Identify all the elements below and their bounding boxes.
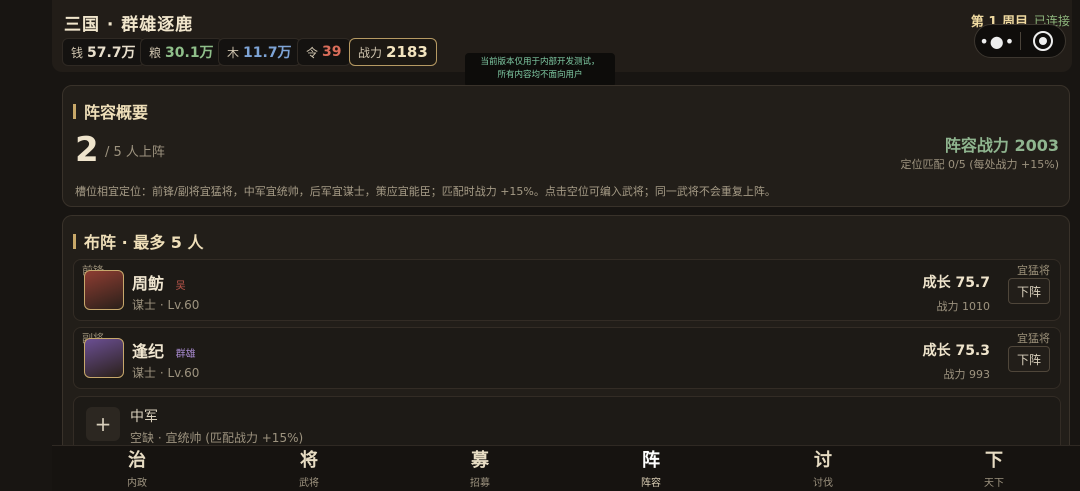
formation-title: 布阵 · 最多 5 人: [73, 229, 204, 253]
resource-order-value: 39: [322, 44, 342, 60]
game-title: 三国 · 群雄逐鹿: [64, 15, 194, 35]
deployed-count-suffix: / 5 人上阵: [105, 145, 165, 160]
target-icon[interactable]: [1020, 31, 1065, 51]
total-power-badge[interactable]: 战力 2183: [349, 38, 437, 66]
general-faction: 群雄: [175, 349, 196, 360]
tab-label: 讨伐: [813, 478, 833, 489]
deployed-count: 2: [75, 130, 99, 170]
general-power: 战力 1010: [936, 300, 991, 313]
tab-label: 招募: [470, 478, 490, 489]
title-accent-bar: [73, 103, 76, 119]
position-match-info: 定位匹配 0/5 (每处战力 +15%): [900, 158, 1059, 171]
tab-glyph: 阵: [642, 450, 660, 471]
formation-panel: 布阵 · 最多 5 人 前锋 周鲂 吴 谋士 · Lv.60 成长 75.7 战…: [62, 215, 1070, 455]
general-growth: 成长 75.3: [922, 343, 990, 359]
tab-glyph: 将: [300, 450, 318, 471]
tab-glyph: 下: [985, 450, 1003, 471]
general-row[interactable]: 前锋 周鲂 吴 谋士 · Lv.60 成长 75.7 战力 1010 宜猛将 下…: [73, 259, 1061, 321]
resource-wood: 木 11.7万: [218, 38, 301, 66]
slot-fit-tag: 宜猛将: [1017, 264, 1050, 277]
tab-glyph: 募: [471, 450, 489, 471]
tab-label: 阵容: [641, 478, 661, 489]
tab-glyph: 治: [128, 450, 146, 471]
tab-lineup[interactable]: 阵 阵容: [611, 448, 691, 489]
tab-world[interactable]: 下 天下: [954, 448, 1034, 489]
more-dots-icon[interactable]: •●•: [975, 32, 1020, 51]
summary-title-text: 阵容概要: [84, 103, 149, 122]
resource-grain-value: 30.1万: [165, 45, 214, 61]
formation-title-text: 布阵 · 最多 5 人: [84, 233, 204, 252]
resource-order-label: 令: [306, 45, 319, 60]
remove-from-lineup-button[interactable]: 下阵: [1008, 278, 1050, 304]
total-power-value: 2183: [386, 43, 428, 61]
tab-glyph: 讨: [814, 450, 832, 471]
dev-notice-line1: 当前版本仅用于内部开发测试，: [480, 57, 600, 67]
general-row[interactable]: 副将 逢纪 群雄 谋士 · Lv.60 成长 75.3 战力 993 宜猛将 下…: [73, 327, 1061, 389]
resource-wood-label: 木: [227, 45, 240, 60]
title-accent-bar: [73, 233, 76, 249]
general-faction: 吴: [175, 281, 186, 292]
resource-grain: 粮 30.1万: [140, 38, 223, 66]
dev-notice: 当前版本仅用于内部开发测试， 所有内容均不面向用户: [465, 53, 615, 87]
tab-label: 武将: [299, 478, 319, 489]
resource-money-value: 57.7万: [87, 45, 136, 61]
empty-slot-meta: 空缺 · 宜统帅 (匹配战力 +15%): [130, 431, 304, 445]
dev-notice-line2: 所有内容均不面向用户: [497, 70, 583, 80]
general-name: 逢纪: [132, 342, 165, 361]
general-meta: 谋士 · Lv.60: [132, 366, 200, 380]
tab-label: 天下: [984, 478, 1004, 489]
bottom-tab-bar: 治 内政 将 武将 募 招募 阵 阵容 讨 讨伐 下 天下: [52, 445, 1080, 491]
general-avatar: [84, 270, 124, 310]
tab-recruit[interactable]: 募 招募: [440, 448, 520, 489]
general-name-line: 周鲂 吴: [132, 270, 186, 294]
general-growth: 成长 75.7: [922, 275, 990, 291]
empty-slot-name: 中军: [130, 409, 158, 425]
tab-label: 内政: [127, 478, 147, 489]
general-power: 战力 993: [943, 368, 991, 381]
general-avatar: [84, 338, 124, 378]
total-power-label: 战力: [358, 45, 383, 60]
plus-icon[interactable]: +: [86, 407, 120, 441]
tab-internal-affairs[interactable]: 治 内政: [97, 448, 177, 489]
lineup-power: 阵容战力 2003: [944, 136, 1059, 155]
lineup-summary-panel: 阵容概要 2 / 5 人上阵 阵容战力 2003 定位匹配 0/5 (每处战力 …: [62, 85, 1070, 207]
tab-generals[interactable]: 将 武将: [269, 448, 349, 489]
resource-grain-label: 粮: [149, 45, 162, 60]
mini-program-capsule: •●•: [974, 24, 1066, 58]
summary-title: 阵容概要: [73, 99, 148, 123]
remove-from-lineup-button[interactable]: 下阵: [1008, 346, 1050, 372]
general-name-line: 逢纪 群雄: [132, 338, 196, 362]
resource-order: 令 39: [297, 38, 351, 66]
resource-money-label: 钱: [71, 45, 84, 60]
resource-money: 钱 57.7万: [62, 38, 145, 66]
general-meta: 谋士 · Lv.60: [132, 298, 200, 312]
general-name: 周鲂: [132, 274, 165, 293]
slot-hint-text: 槽位相宜定位：前锋/副将宜猛将，中军宜统帅，后军宜谋士，策应宜能臣；匹配时战力 …: [75, 185, 776, 198]
slot-fit-tag: 宜猛将: [1017, 332, 1050, 345]
resource-wood-value: 11.7万: [243, 45, 292, 61]
tab-campaign[interactable]: 讨 讨伐: [783, 448, 863, 489]
